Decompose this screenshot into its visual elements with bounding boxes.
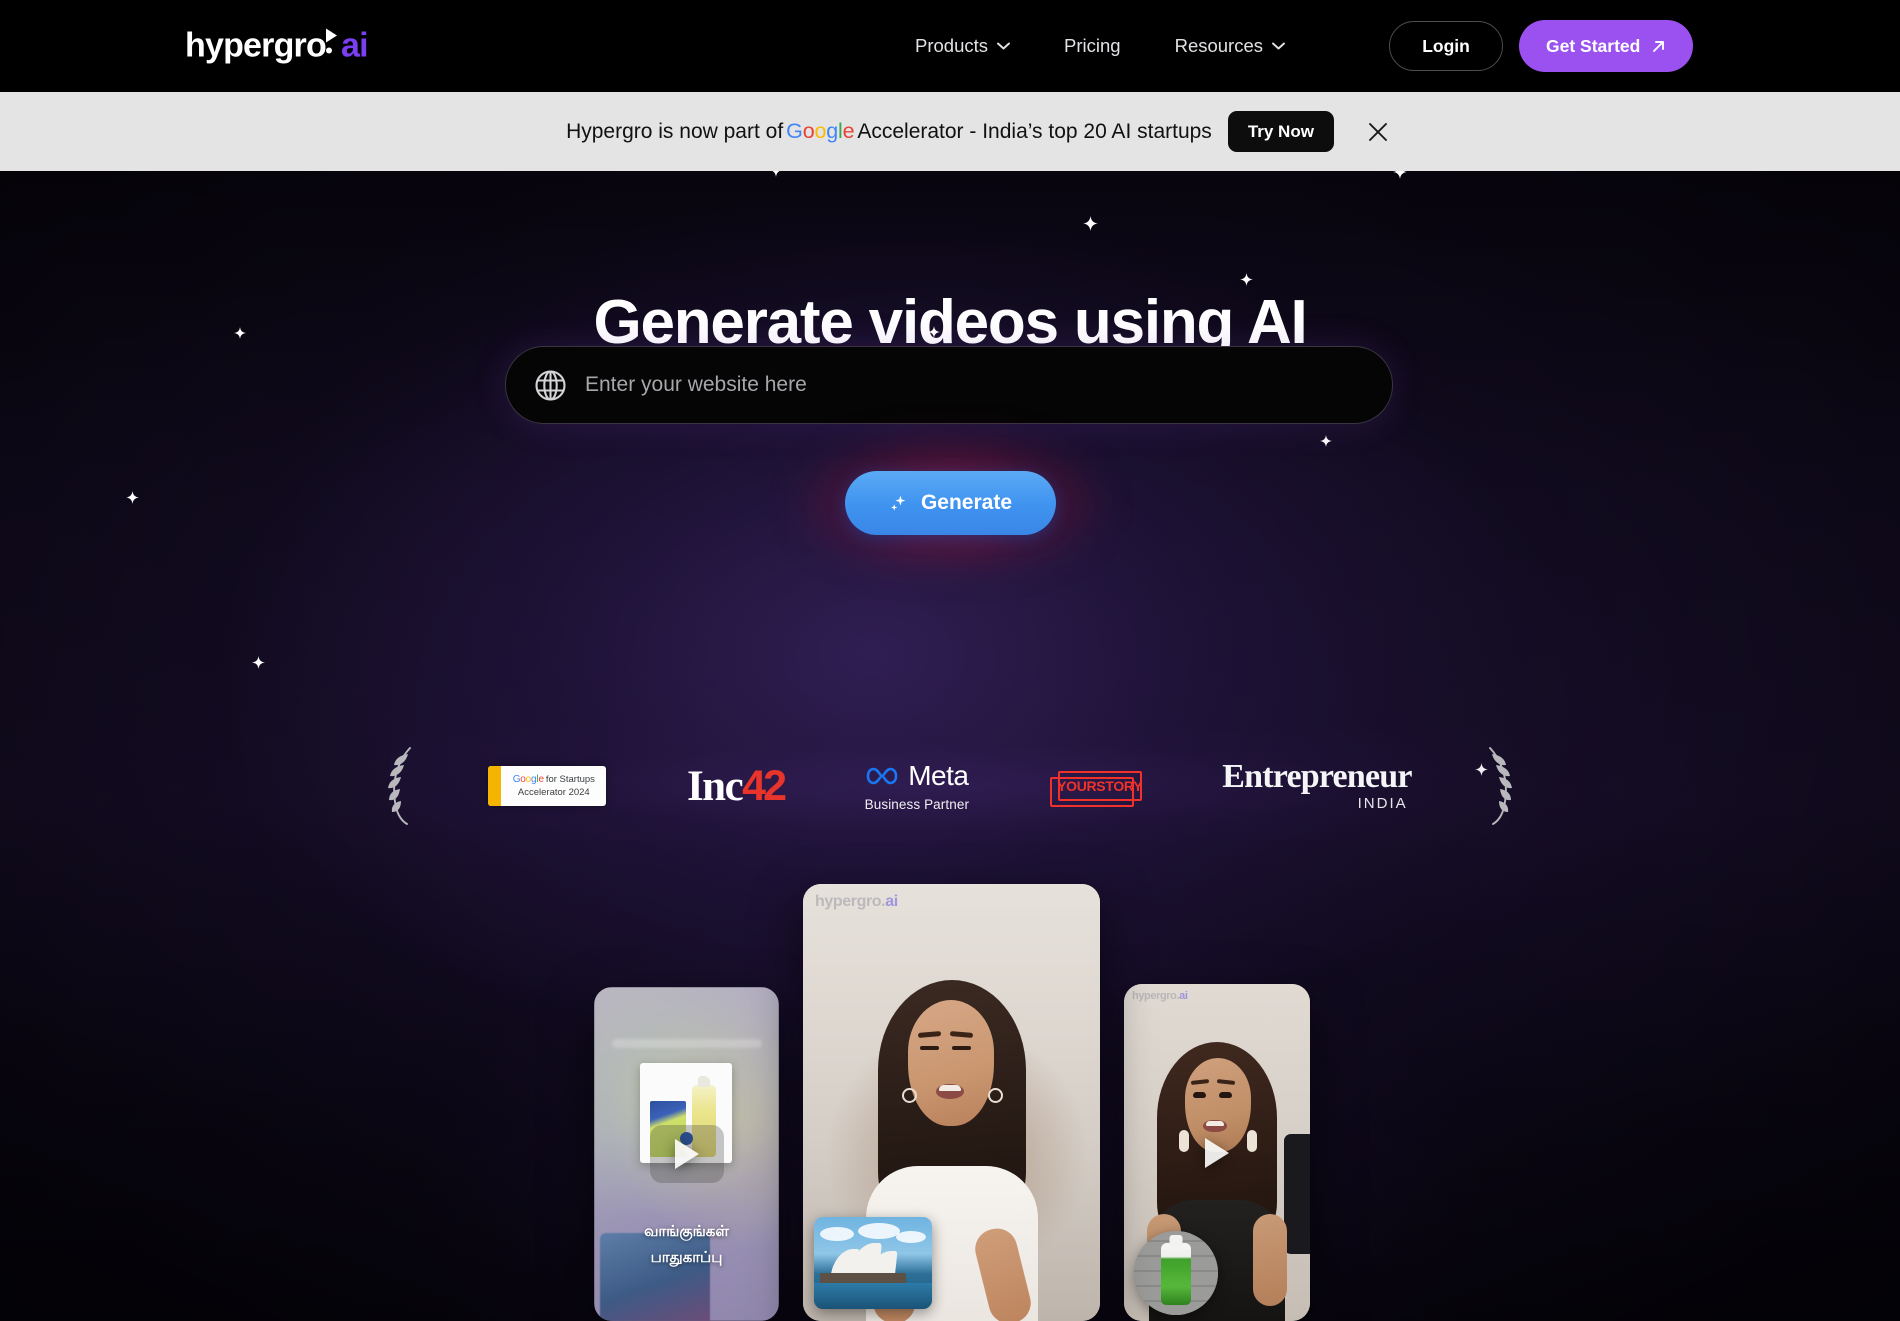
nav-label-pricing: Pricing bbox=[1064, 35, 1121, 56]
partner-logos: Google for Startups Accelerator 2024 Inc… bbox=[422, 760, 1478, 812]
get-started-button[interactable]: Get Started bbox=[1519, 20, 1694, 72]
get-started-label: Get Started bbox=[1546, 35, 1641, 56]
google-wordmark: Google bbox=[786, 119, 855, 143]
announcement-banner: Hypergro is now part of Google Accelerat… bbox=[0, 92, 1900, 171]
video-card-left[interactable]: வாங்குங்கள் பாதுகாப்பு bbox=[594, 987, 779, 1321]
laurel-wreath-icon bbox=[388, 747, 411, 825]
inc42-logo: Inc 42 bbox=[686, 761, 787, 811]
google-for-startups-logo: Google for Startups Accelerator 2024 bbox=[488, 766, 607, 806]
right-card-product-inset bbox=[1134, 1231, 1218, 1315]
center-card-inset-image bbox=[814, 1217, 932, 1309]
main-nav: Products Pricing Resources bbox=[915, 35, 1285, 57]
nav-item-resources[interactable]: Resources bbox=[1175, 35, 1285, 57]
banner-text: Hypergro is now part of Google Accelerat… bbox=[566, 111, 1334, 152]
inc42-text-a: Inc bbox=[686, 762, 744, 810]
chevron-down-icon bbox=[1272, 42, 1285, 50]
site-header: hypergro ai Products Pricing Resources L… bbox=[0, 0, 1900, 92]
laurel-wreath-icon bbox=[1489, 747, 1512, 825]
globe-icon bbox=[535, 369, 566, 401]
play-icon[interactable] bbox=[1205, 1137, 1229, 1168]
entrepreneur-title: Entrepreneur bbox=[1222, 758, 1412, 795]
website-search-box[interactable] bbox=[505, 346, 1393, 424]
video-card-center[interactable]: hypergro. ai bbox=[803, 884, 1100, 1321]
left-card-caption-line2: பாதுகாப்பு bbox=[650, 1249, 723, 1266]
yourstory-text: YOURSTORY bbox=[1057, 778, 1143, 794]
meta-title: Meta bbox=[908, 760, 969, 791]
video-card-right[interactable]: hypergro. ai bbox=[1124, 984, 1310, 1321]
meta-logo: Meta Business Partner bbox=[865, 760, 969, 812]
left-card-caption-line1: வாங்குங்கள் bbox=[644, 1223, 729, 1240]
website-search-wrapper bbox=[505, 346, 1393, 424]
meta-infinity-icon bbox=[866, 767, 898, 785]
try-now-button[interactable]: Try Now bbox=[1227, 111, 1334, 152]
logo-suffix: ai bbox=[340, 26, 369, 65]
logo[interactable]: hypergro ai bbox=[185, 26, 369, 66]
entrepreneur-subtitle: INDIA bbox=[1357, 795, 1408, 812]
partners-strip: Google for Startups Accelerator 2024 Inc… bbox=[380, 727, 1520, 845]
left-card-inset bbox=[600, 1233, 710, 1321]
arrow-up-right-icon bbox=[1653, 40, 1665, 52]
gfs-line2: Accelerator 2024 bbox=[517, 787, 590, 798]
nav-item-pricing[interactable]: Pricing bbox=[1064, 35, 1121, 57]
gfs-line1: for Startups bbox=[545, 774, 595, 785]
play-triangle-icon bbox=[325, 27, 340, 57]
inc42-text-b: 42 bbox=[742, 761, 787, 810]
page-root: hypergro ai Products Pricing Resources L… bbox=[0, 0, 1900, 1321]
nav-item-products[interactable]: Products bbox=[915, 35, 1010, 57]
left-card-blurred-text bbox=[612, 1039, 762, 1048]
meta-subtitle: Business Partner bbox=[864, 797, 970, 812]
hero-section: Generate videos using AI Generate bbox=[0, 171, 1900, 841]
sparkle-icon bbox=[890, 495, 906, 511]
entrepreneur-india-logo: Entrepreneur INDIA bbox=[1222, 758, 1412, 813]
nav-label-resources: Resources bbox=[1174, 35, 1264, 56]
banner-text-after: Accelerator - India’s top 20 AI startups bbox=[857, 119, 1212, 143]
generate-button[interactable]: Generate bbox=[844, 471, 1056, 535]
generate-button-wrapper: Generate bbox=[0, 471, 1900, 535]
banner-text-before: Hypergro is now part of bbox=[566, 119, 784, 143]
google-wordmark-small: Google bbox=[512, 774, 544, 785]
generate-label: Generate bbox=[920, 491, 1013, 514]
nav-label-products: Products bbox=[915, 35, 989, 56]
play-icon[interactable] bbox=[674, 1139, 699, 1169]
watermark-right: hypergro. ai bbox=[1132, 990, 1188, 1002]
yourstory-logo: YOURSTORY bbox=[1049, 767, 1143, 807]
watermark-center: hypergro. ai bbox=[815, 893, 898, 910]
login-button[interactable]: Login bbox=[1389, 21, 1503, 71]
logo-text: hypergro bbox=[185, 26, 327, 65]
chevron-down-icon bbox=[997, 42, 1010, 50]
close-icon[interactable] bbox=[1363, 117, 1393, 147]
generate-glow: Generate bbox=[844, 471, 1056, 535]
search-input[interactable] bbox=[585, 373, 1364, 397]
